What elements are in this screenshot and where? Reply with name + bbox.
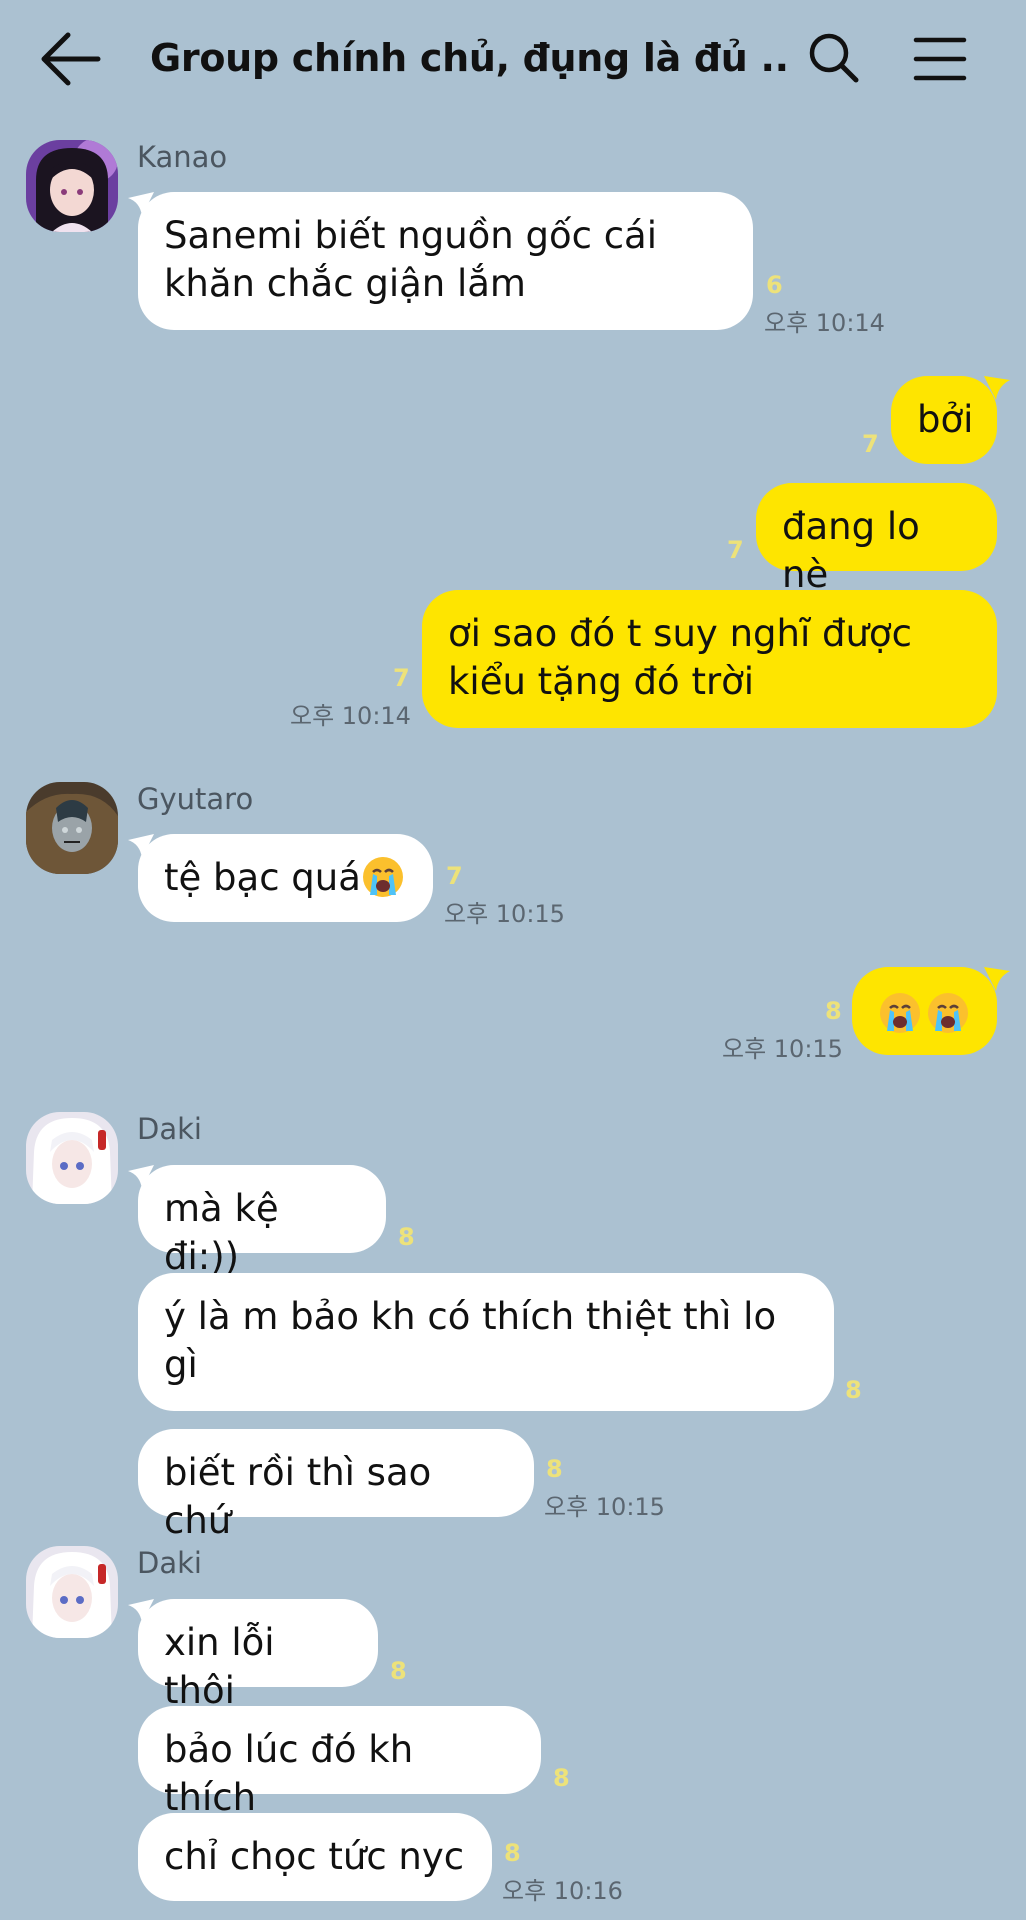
- message-text: chỉ chọc tức nyc: [164, 1835, 465, 1878]
- message-text: Sanemi biết nguồn gốc cái khăn chắc giận…: [164, 214, 658, 305]
- unread-count: 7: [862, 430, 879, 458]
- avatar-gyutaro[interactable]: [26, 782, 118, 874]
- message-bubble[interactable]: đang lo nè: [756, 483, 997, 596]
- message-bubble[interactable]: ý là m bảo kh có thích thiệt thì lo gì: [138, 1273, 834, 1411]
- message-bubble[interactable]: xin lỗi thôi: [138, 1599, 378, 1712]
- message-bubble[interactable]: chỉ chọc tức nyc: [138, 1813, 492, 1901]
- menu-button[interactable]: [912, 34, 968, 84]
- unread-count: 8: [390, 1657, 407, 1685]
- hamburger-menu-icon: [913, 37, 967, 81]
- arrow-left-icon: [41, 32, 101, 86]
- message-text: biết rồi thì sao chứ: [164, 1451, 432, 1542]
- message-list[interactable]: Kanao Sanemi biết nguồn gốc cái khăn chắ…: [0, 110, 1026, 1920]
- message-bubble[interactable]: ơi sao đó t suy nghĩ được kiểu tặng đó t…: [422, 590, 997, 728]
- unread-count: 8: [845, 1376, 862, 1404]
- unread-count: 7: [727, 536, 744, 564]
- chat-title[interactable]: Group chính chủ, đụng là đủ ...: [150, 32, 790, 84]
- message-text: đang lo nè: [782, 505, 920, 596]
- message-time: 오후 10:14: [290, 702, 411, 730]
- chat-header: Group chính chủ, đụng là đủ ...: [0, 0, 1026, 110]
- search-button[interactable]: [806, 30, 862, 86]
- message-text: tệ bạc quá: [164, 856, 361, 899]
- message-time: 오후 10:15: [722, 1035, 843, 1063]
- avatar-kanao[interactable]: [26, 140, 118, 232]
- unread-count: 8: [825, 997, 842, 1025]
- message-text: bảo lúc đó kh thích: [164, 1728, 414, 1819]
- message-time: 오후 10:16: [502, 1877, 623, 1905]
- avatar-daki[interactable]: [26, 1112, 118, 1204]
- message-bubble[interactable]: [852, 967, 997, 1055]
- message-time: 오후 10:14: [764, 309, 885, 337]
- message-time: 오후 10:15: [444, 900, 565, 928]
- message-text: ý là m bảo kh có thích thiệt thì lo gì: [164, 1295, 777, 1386]
- crying-face-emoji: [928, 992, 968, 1033]
- message-text: mà kệ đi:)): [164, 1187, 279, 1278]
- unread-count: 8: [546, 1455, 563, 1483]
- crying-face-emoji: [880, 992, 920, 1033]
- message-bubble[interactable]: tệ bạc quá: [138, 834, 433, 922]
- message-bubble[interactable]: mà kệ đi:)): [138, 1165, 386, 1278]
- unread-count: 7: [393, 664, 410, 692]
- message-bubble[interactable]: bảo lúc đó kh thích: [138, 1706, 541, 1819]
- message-bubble[interactable]: biết rồi thì sao chứ: [138, 1429, 534, 1542]
- sender-name[interactable]: Daki: [137, 1112, 202, 1146]
- crying-face-emoji: [362, 856, 403, 897]
- unread-count: 7: [446, 862, 463, 890]
- message-time: 오후 10:15: [544, 1493, 665, 1521]
- search-icon: [809, 33, 859, 83]
- message-text: xin lỗi thôi: [164, 1621, 275, 1712]
- bubble-tail: [984, 376, 1010, 400]
- sender-name[interactable]: Gyutaro: [137, 782, 253, 816]
- sender-name[interactable]: Kanao: [137, 140, 227, 174]
- unread-count: 8: [553, 1764, 570, 1792]
- unread-count: 6: [766, 271, 783, 299]
- sender-name[interactable]: Daki: [137, 1546, 202, 1580]
- unread-count: 8: [504, 1839, 521, 1867]
- unread-count: 8: [398, 1223, 415, 1251]
- message-bubble[interactable]: Sanemi biết nguồn gốc cái khăn chắc giận…: [138, 192, 753, 330]
- message-text: ơi sao đó t suy nghĩ được kiểu tặng đó t…: [448, 612, 912, 703]
- message-bubble[interactable]: bởi: [891, 376, 997, 464]
- message-text: bởi: [917, 398, 974, 441]
- back-button[interactable]: [38, 28, 104, 90]
- avatar-daki[interactable]: [26, 1546, 118, 1638]
- bubble-tail: [984, 967, 1010, 991]
